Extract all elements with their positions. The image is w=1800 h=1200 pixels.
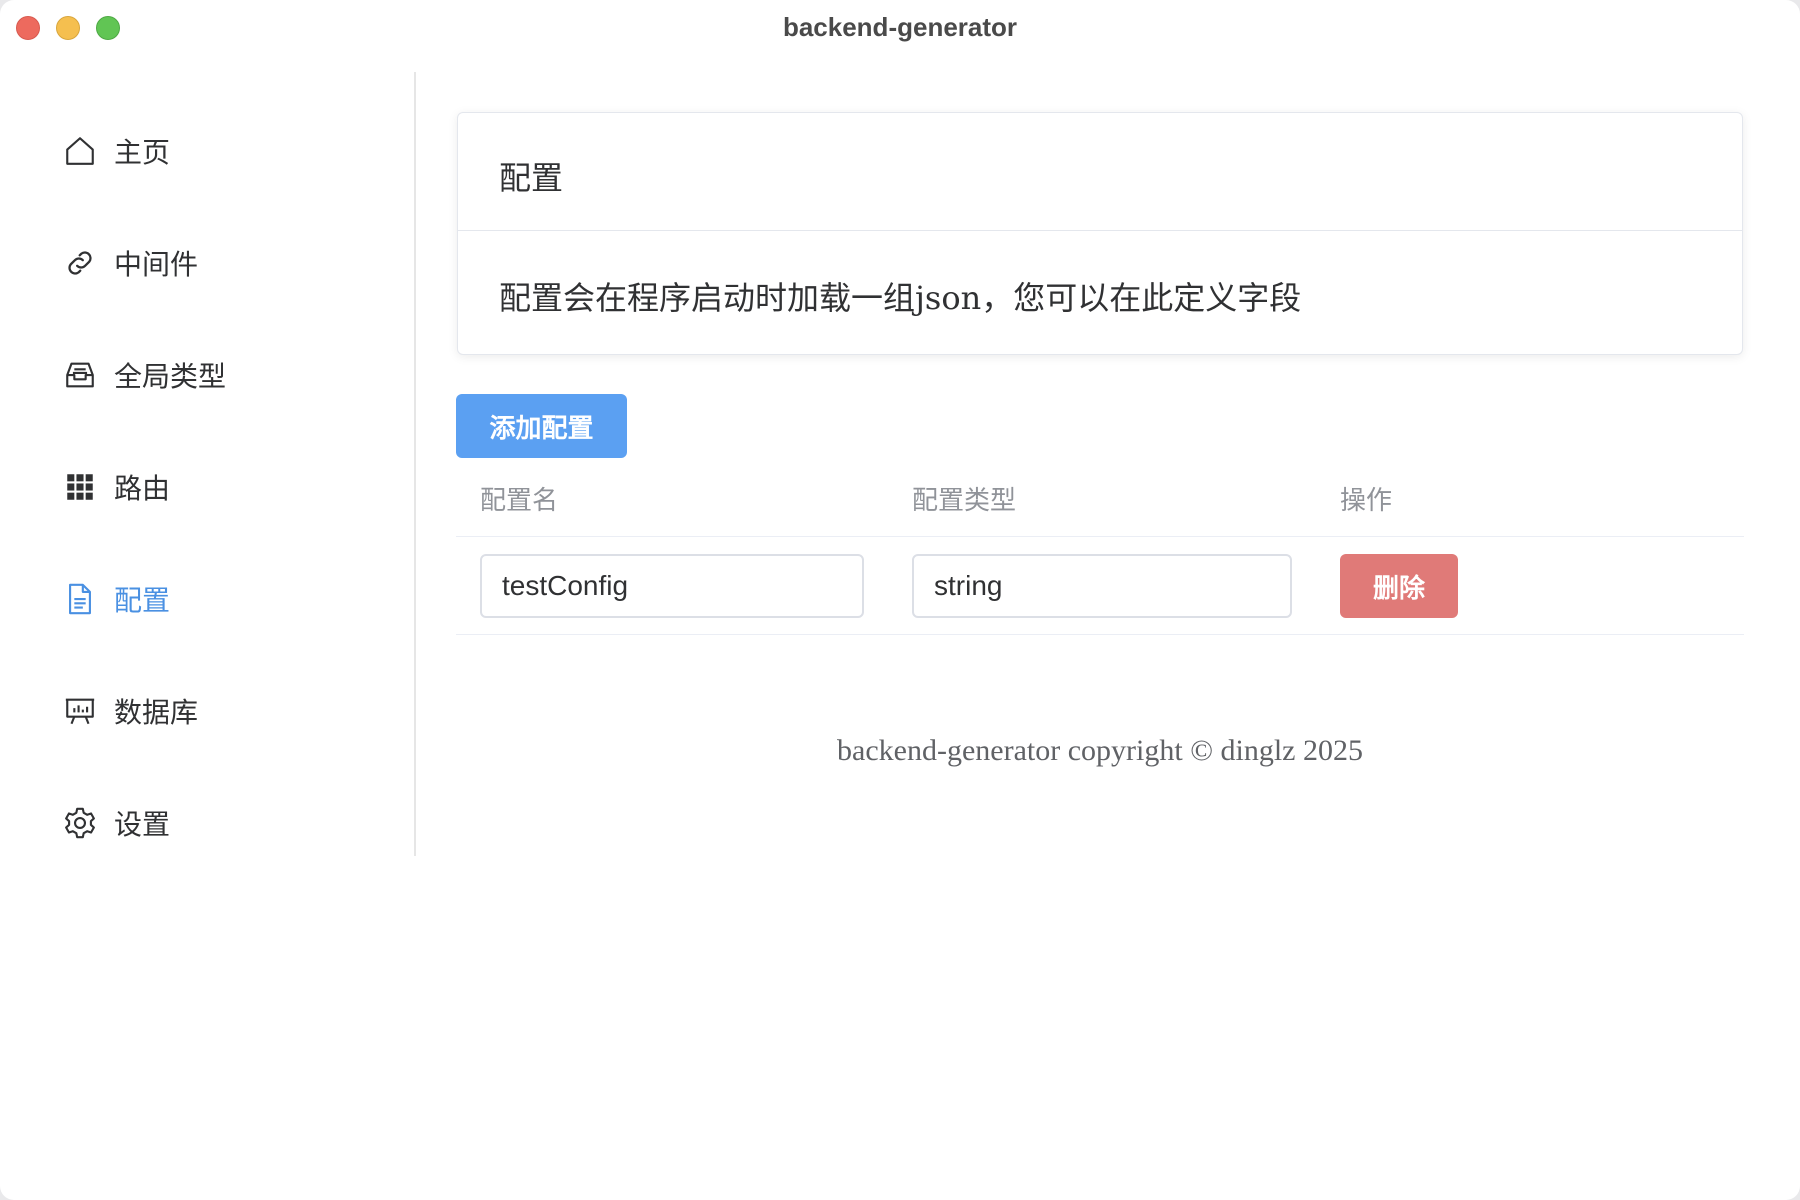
table-divider — [456, 536, 1744, 537]
footer-copyright: backend-generator copyright © dinglz 202… — [837, 734, 1363, 767]
config-type-input[interactable] — [912, 554, 1292, 618]
gear-icon — [62, 805, 98, 841]
config-info-card: 配置 配置会在程序启动时加载一组json，您可以在此定义字段 — [457, 112, 1743, 355]
sidebar-item-label: 全局类型 — [114, 360, 227, 393]
link-icon — [62, 245, 98, 281]
window-title: backend-generator — [782, 12, 1018, 42]
inbox-icon — [62, 357, 98, 393]
sidebar-item-routes[interactable]: 路由 — [62, 462, 170, 512]
sidebar-item-label: 主页 — [114, 136, 171, 169]
delete-button[interactable]: 删除 — [1340, 554, 1458, 618]
config-table: 配置名 配置类型 操作 删除 — [456, 464, 1744, 636]
sidebar-item-settings[interactable]: 设置 — [62, 798, 170, 848]
sidebar-item-home[interactable]: 主页 — [62, 126, 170, 176]
sidebar-item-label: 中间件 — [114, 248, 199, 281]
sidebar-item-label: 设置 — [114, 808, 171, 841]
sidebar-item-database[interactable]: 数据库 — [62, 686, 198, 736]
sidebar-item-label: 路由 — [114, 472, 171, 505]
sidebar-item-global-types[interactable]: 全局类型 — [62, 350, 226, 400]
home-icon — [62, 133, 98, 169]
presentation-icon — [62, 693, 98, 729]
sidebar-item-label: 配置 — [114, 584, 171, 617]
grid-icon — [62, 469, 98, 505]
card-title: 配置 — [499, 159, 564, 197]
document-icon — [62, 581, 98, 617]
card-description: 配置会在程序启动时加载一组json，您可以在此定义字段 — [499, 279, 1302, 317]
card-header: 配置 — [458, 113, 1742, 231]
app-window: backend-generator 主页 中间件 全局类型 路由 配置 数据库 … — [0, 0, 1800, 1200]
column-header-name: 配置名 — [480, 486, 559, 516]
sidebar: 主页 中间件 全局类型 路由 配置 数据库 设置 — [0, 72, 416, 856]
title-bar: backend-generator — [0, 0, 1800, 54]
column-header-actions: 操作 — [1340, 486, 1393, 516]
config-name-input[interactable] — [480, 554, 864, 618]
sidebar-item-label: 数据库 — [114, 696, 199, 729]
column-header-type: 配置类型 — [912, 486, 1017, 516]
sidebar-item-config[interactable]: 配置 — [62, 574, 170, 624]
table-divider — [456, 634, 1744, 635]
add-config-button[interactable]: 添加配置 — [456, 394, 627, 458]
sidebar-item-middleware[interactable]: 中间件 — [62, 238, 198, 288]
